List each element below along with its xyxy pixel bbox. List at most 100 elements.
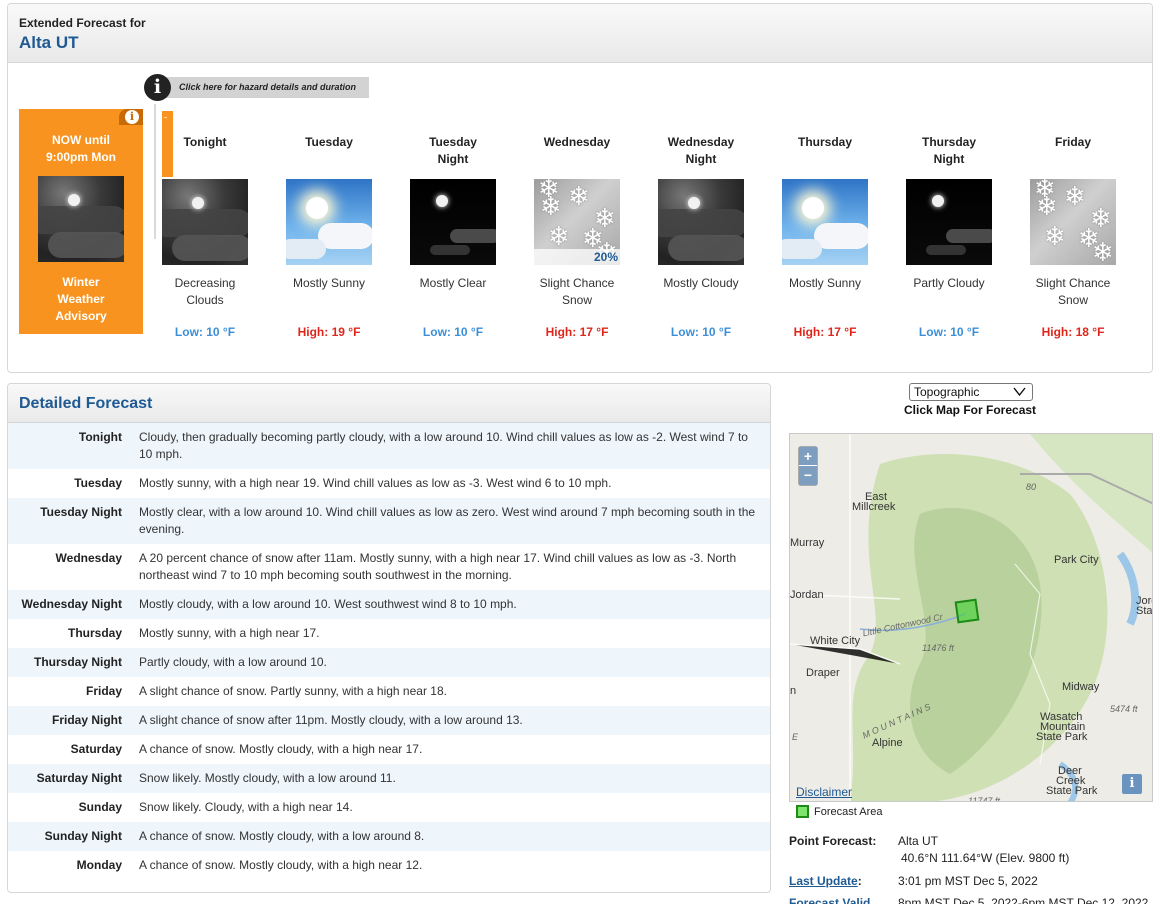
detailed-period-text: Snow likely. Mostly cloudy, with a low a…	[139, 771, 396, 785]
period-name: Wednesday Night	[639, 134, 763, 170]
sunny-icon	[782, 179, 868, 265]
detailed-period-text: Mostly cloudy, with a low around 10. Wes…	[139, 597, 517, 611]
period-name-line: Tuesday	[429, 135, 477, 149]
forecast-period[interactable]: Tuesday Night Mostly Clear Low: 10 °F	[391, 134, 515, 339]
map-info-icon[interactable]: i	[1122, 774, 1142, 794]
zoom-in-button[interactable]: +	[799, 447, 817, 466]
forecast-period[interactable]: Thursday Night Partly Cloudy Low: 10 °F	[887, 134, 1011, 339]
detailed-period-label: Wednesday	[55, 551, 122, 565]
legend-label: Forecast Area	[814, 805, 883, 818]
detailed-forecast-row: Tuesday Mostly sunny, with a high near 19…	[8, 469, 770, 498]
detailed-period-text: A slight chance of snow after 11pm. Most…	[139, 713, 523, 727]
advisory-time-line: 9:00pm Mon	[45, 150, 116, 164]
detailed-period-label: Thursday	[67, 626, 122, 640]
detailed-period-text: Partly cloudy, with a low around 10.	[139, 655, 327, 669]
short-description: Mostly Clear	[391, 275, 515, 325]
map-place-label: Midway	[1062, 681, 1100, 693]
detailed-period-label: Saturday	[70, 742, 122, 756]
detailed-period-text: A 20 percent chance of snow after 11am. …	[139, 551, 737, 582]
advisory-time-line: NOW until	[52, 133, 110, 147]
detailed-forecast-row: Thursday Night Partly cloudy, with a low …	[8, 648, 770, 677]
detailed-period-label: Sunday	[78, 800, 122, 814]
detailed-forecast-row: Monday A chance of snow. Mostly cloudy, w…	[8, 851, 770, 880]
short-description-line: Mostly Sunny	[788, 276, 862, 290]
forecast-period[interactable]: Wednesday Night Mostly Cloudy Low: 10 °F	[639, 134, 763, 339]
info-icon: i	[144, 73, 171, 101]
forecast-period[interactable]: Tuesday Mostly Sunny High: 19 °F	[267, 134, 391, 339]
detailed-period-text: A chance of snow. Mostly cloudy, with a …	[139, 742, 423, 756]
detailed-period-text: A chance of snow. Mostly cloudy, with a …	[139, 858, 423, 872]
detailed-period-text: Mostly sunny, with a high near 17.	[139, 626, 320, 640]
detailed-forecast-row: Friday A slight chance of snow. Partly su…	[8, 677, 770, 706]
short-description: Slight Chance Snow	[1011, 275, 1135, 325]
map-place-label: 80	[1026, 482, 1037, 492]
map-place-label: State Park	[1036, 731, 1088, 743]
extended-forecast-panel: Extended Forecast for Alta UT i Click he…	[7, 3, 1153, 373]
detailed-forecast-list: Tonight Cloudy, then gradually becoming p…	[8, 423, 770, 880]
detailed-forecast-row: Thursday Mostly sunny, with a high near 1…	[8, 619, 770, 648]
short-description: Mostly Sunny	[267, 275, 391, 325]
map-place-label: Alpine	[872, 737, 903, 749]
last-update-link[interactable]: Last Update	[789, 874, 858, 888]
map-place-label: State	[1136, 605, 1153, 617]
short-description: Mostly Cloudy	[639, 275, 763, 325]
period-name: Friday	[1011, 134, 1135, 170]
night-icon	[906, 179, 992, 265]
map-place-label: 5474 ft	[1110, 704, 1138, 714]
high-temperature: High: 17 °F	[545, 325, 609, 339]
detailed-period-text: A slight chance of snow. Partly sunny, w…	[139, 684, 447, 698]
detailed-period-label: Tuesday Night	[40, 505, 122, 519]
detailed-period-label: Thursday Night	[33, 655, 122, 669]
advisory-title-line: Weather	[57, 292, 105, 306]
map-zoom-control: + −	[798, 446, 818, 486]
forecast-period[interactable]: Thursday Mostly Sunny High: 17 °F	[763, 134, 887, 339]
short-description-line: Slight Chance	[1035, 276, 1111, 290]
period-name: Tonight	[143, 134, 267, 170]
last-update-colon: :	[857, 874, 862, 888]
low-temperature: Low: 10 °F	[918, 325, 980, 339]
forecast-period[interactable]: Wednesday ❄❄❄❄❄❄❄20% Slight Chance Snow High…	[515, 134, 639, 339]
location-title: Alta UT	[19, 33, 79, 52]
period-name: Thursday Night	[887, 134, 1011, 170]
high-temperature: High: 19 °F	[297, 325, 361, 339]
precip-chance: 20%	[534, 249, 620, 265]
period-name-line: Night	[685, 152, 717, 166]
period-name-line: Tonight	[183, 135, 227, 149]
forecast-period[interactable]: Tonight Decreasing Clouds Low: 10 °F	[143, 134, 267, 339]
low-temperature: Low: 10 °F	[422, 325, 484, 339]
winter-weather-advisory[interactable]: i NOW until 9:00pm Mon Winter Weather Ad…	[19, 109, 143, 334]
forecast-period[interactable]: Friday ❄ ❄ ❄ ❄ ❄ ❄ ❄ Slight Chance Snow High: 18 °…	[1011, 134, 1135, 339]
hazard-details-link[interactable]: i Click here for hazard details and dura…	[144, 73, 370, 101]
period-name-line: Tuesday	[305, 135, 353, 149]
detailed-period-label: Sunday Night	[44, 829, 122, 843]
zoom-out-button[interactable]: −	[799, 466, 817, 485]
map-place-label: n	[790, 685, 797, 697]
map-place-label: 11476 ft	[922, 643, 954, 653]
disclaimer-link[interactable]: Disclaimer	[796, 785, 852, 799]
forecast-valid-value: 8pm MST Dec 5, 2022-6pm MST Dec 12, 2022	[898, 896, 1149, 904]
detailed-forecast-row: Wednesday A 20 percent chance of snow aft…	[8, 544, 770, 590]
extended-forecast-header: Extended Forecast for Alta UT	[8, 4, 1152, 63]
point-forecast-value: Alta UT	[898, 834, 939, 848]
period-name-line: Thursday	[797, 135, 852, 149]
map-type-select[interactable]: Topographic	[909, 383, 1033, 401]
period-name-line: Night	[933, 152, 965, 166]
map-instruction: Click Map For Forecast	[904, 403, 1037, 417]
detailed-period-text: Mostly clear, with a low around 10. Wind…	[139, 505, 756, 536]
detailed-forecast-panel: Detailed Forecast Tonight Cloudy, then gr…	[7, 383, 771, 893]
map-type-value: Topographic	[914, 385, 980, 399]
period-name-line: Night	[437, 152, 469, 166]
forecast-valid-link[interactable]: Forecast Valid	[789, 895, 870, 904]
detailed-period-label: Friday Night	[51, 713, 122, 727]
detailed-period-label: Tonight	[78, 430, 122, 444]
period-name: Thursday	[763, 134, 887, 170]
map-place-label: 11747 ft	[968, 796, 1000, 802]
extended-forecast-label: Extended Forecast for	[19, 16, 146, 30]
short-description: Partly Cloudy	[887, 275, 1011, 325]
advisory-info-icon[interactable]: i	[119, 109, 143, 125]
high-temperature: High: 18 °F	[1041, 325, 1105, 339]
short-description-line: Mostly Cloudy	[663, 276, 739, 290]
detailed-forecast-row: Saturday Night Snow likely. Mostly cloudy…	[8, 764, 770, 793]
forecast-map[interactable]: East Millcreek Murray Park City Jordan White …	[789, 433, 1153, 802]
map-place-label: Draper	[806, 667, 840, 679]
